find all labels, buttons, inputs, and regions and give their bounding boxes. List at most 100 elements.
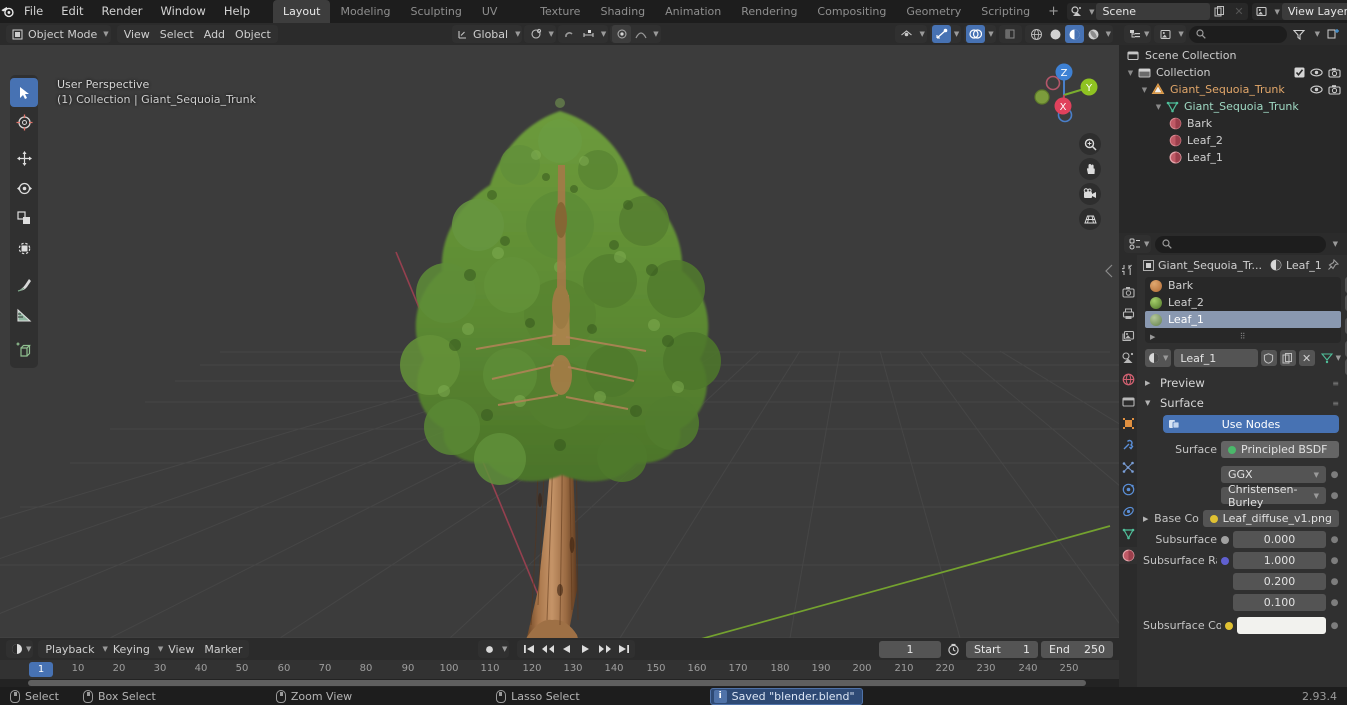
workspace-tab-scripting[interactable]: Scripting: [971, 0, 1040, 23]
toggle-perspective-icon[interactable]: [1079, 208, 1101, 230]
snap-group[interactable]: ▼: [557, 25, 609, 43]
mode-label[interactable]: Object Mode: [25, 25, 100, 43]
measure-tool[interactable]: [10, 300, 38, 329]
jump-to-prev-keyframe-button[interactable]: [538, 640, 557, 658]
unlink-material-button[interactable]: ✕: [1298, 350, 1315, 366]
menu-edit[interactable]: Edit: [52, 3, 92, 20]
view-layer-display-icon[interactable]: [1156, 25, 1175, 43]
camera-icon[interactable]: [1328, 67, 1341, 78]
viewport-menu-select[interactable]: Select: [155, 25, 199, 43]
outliner-row-object[interactable]: ▼ Giant_Sequoia_Trunk: [1119, 81, 1347, 98]
play-reverse-button[interactable]: [557, 640, 576, 658]
properties-search-input[interactable]: [1155, 235, 1326, 253]
outliner-editor-type[interactable]: ▼: [1124, 25, 1152, 43]
base-color-disclosure-triangle[interactable]: ▶: [1143, 515, 1150, 523]
distribution-arrow[interactable]: ▼: [1314, 471, 1319, 479]
timeline-menu-playback[interactable]: Playback: [40, 640, 99, 658]
menu-file[interactable]: File: [15, 3, 52, 20]
workspace-tab-layout[interactable]: Layout: [273, 0, 331, 23]
camera-view-icon[interactable]: [1079, 183, 1101, 205]
pivot-point-icon[interactable]: [526, 25, 545, 43]
pin-icon[interactable]: [1327, 259, 1339, 271]
tab-collection[interactable]: [1119, 393, 1137, 410]
solid-shading-icon[interactable]: [1046, 25, 1065, 43]
proportional-edit-icon[interactable]: [612, 25, 632, 43]
transform-tool[interactable]: [10, 234, 38, 263]
object-visibility-icon[interactable]: [897, 25, 916, 43]
workspace-tab-compositing[interactable]: Compositing: [807, 0, 896, 23]
add-cube-tool[interactable]: [10, 336, 38, 365]
navigation-gizmo[interactable]: Z Y X: [1027, 58, 1101, 132]
jump-to-end-button[interactable]: [614, 640, 633, 658]
subsurface-radius-z-animate-dot[interactable]: ●: [1330, 598, 1339, 608]
subsurface-color-swatch[interactable]: [1237, 617, 1326, 634]
mode-selector[interactable]: Object Mode ▼: [6, 25, 111, 43]
view-layer-dropdown-arrow[interactable]: ▼: [1274, 8, 1279, 16]
start-frame-field[interactable]: Start 1: [966, 640, 1038, 658]
panel-preview[interactable]: ▶ Preview ≡: [1137, 373, 1347, 393]
outliner-row-collection[interactable]: ▼ Collection: [1119, 64, 1347, 81]
workspace-tab-uv-editing[interactable]: UV Editing: [472, 0, 530, 41]
cursor-tool[interactable]: [10, 108, 38, 137]
preview-disclosure-triangle[interactable]: ▶: [1145, 379, 1155, 387]
move-tool[interactable]: [10, 144, 38, 173]
pan-view-icon[interactable]: [1079, 158, 1101, 180]
rotate-tool[interactable]: [10, 174, 38, 203]
rendered-shading-icon[interactable]: [1084, 25, 1103, 43]
material-slot-row-selected[interactable]: Leaf_1: [1145, 311, 1341, 328]
eye-icon[interactable]: [1310, 84, 1323, 95]
base-color-value[interactable]: Leaf_diffuse_v1.png: [1202, 510, 1339, 527]
gizmo-dropdown-arrow[interactable]: ▼: [954, 30, 959, 38]
scene-dropdown-arrow[interactable]: ▼: [1089, 8, 1094, 16]
filter-dropdown-arrow[interactable]: ▼: [1315, 30, 1320, 38]
visibility-dropdown-arrow[interactable]: ▼: [919, 30, 924, 38]
tab-particles[interactable]: [1119, 459, 1137, 476]
workspace-tab-modeling[interactable]: Modeling: [330, 0, 400, 23]
menu-window[interactable]: Window: [151, 3, 214, 20]
scene-name[interactable]: Scene: [1102, 5, 1136, 18]
checkbox-icon[interactable]: [1294, 67, 1305, 78]
duplicate-material-button[interactable]: [1279, 350, 1296, 366]
material-name-field[interactable]: Leaf_1: [1174, 349, 1258, 367]
outliner-type-arrow[interactable]: ▼: [1144, 30, 1149, 38]
list-options-triangle[interactable]: ▶: [1150, 333, 1155, 341]
workspace-tab-rendering[interactable]: Rendering: [731, 0, 807, 23]
tab-world[interactable]: [1119, 371, 1137, 388]
scene-icon[interactable]: [1067, 3, 1086, 20]
tweak-select-tool[interactable]: [10, 78, 38, 107]
subsurface-radius-x[interactable]: 1.000: [1233, 552, 1326, 569]
xray-toggle-icon[interactable]: [1001, 25, 1020, 43]
proportional-edit-group[interactable]: ▼: [610, 25, 661, 43]
outliner-row-scene-collection[interactable]: Scene Collection: [1119, 47, 1347, 64]
material-specials-menu[interactable]: ▼: [1320, 352, 1341, 364]
tab-physics[interactable]: [1119, 481, 1137, 498]
outliner-row-mesh-data[interactable]: ▼ Giant_Sequoia_Trunk: [1119, 98, 1347, 115]
shading-modes-group[interactable]: ▼: [1024, 25, 1113, 43]
subsurface-method-arrow[interactable]: ▼: [1314, 492, 1319, 500]
camera-icon[interactable]: [1328, 84, 1341, 95]
viewport-menu-view[interactable]: View: [119, 25, 155, 43]
filter-icon[interactable]: [1290, 26, 1309, 43]
object-disclosure-triangle[interactable]: ▼: [1139, 86, 1150, 94]
tab-render[interactable]: [1119, 283, 1137, 300]
zoom-view-icon[interactable]: [1079, 133, 1101, 155]
timeline-scroll-thumb[interactable]: [28, 680, 1086, 686]
menu-help[interactable]: Help: [215, 3, 259, 20]
material-slot-row[interactable]: Leaf_2: [1145, 294, 1341, 311]
mode-dropdown-arrow[interactable]: ▼: [103, 30, 108, 38]
xray-group[interactable]: [998, 25, 1022, 43]
display-mode-selector[interactable]: ▼: [1154, 25, 1186, 43]
browse-material-button[interactable]: ▼: [1145, 349, 1172, 367]
surface-disclosure-triangle[interactable]: ▼: [1145, 399, 1155, 407]
tab-view-layer[interactable]: [1119, 327, 1137, 344]
tab-scene[interactable]: [1119, 349, 1137, 366]
show-gizmo-icon[interactable]: [931, 25, 951, 43]
jump-to-start-button[interactable]: [519, 640, 538, 658]
timeline-ruler[interactable]: 1 10 20 30 40 50 60 70 80 90 100 110 120…: [0, 660, 1119, 679]
material-slot-list[interactable]: Bark Leaf_2 Leaf_1 ▶ ⠿ + − ⌄ ▲ ▼: [1145, 277, 1347, 375]
current-frame-field[interactable]: 1: [879, 640, 941, 658]
magnet-icon[interactable]: [560, 25, 579, 43]
use-preview-range-icon[interactable]: [944, 641, 963, 658]
orientation-dropdown-arrow[interactable]: ▼: [515, 30, 520, 38]
outliner-search-input[interactable]: [1188, 25, 1287, 43]
